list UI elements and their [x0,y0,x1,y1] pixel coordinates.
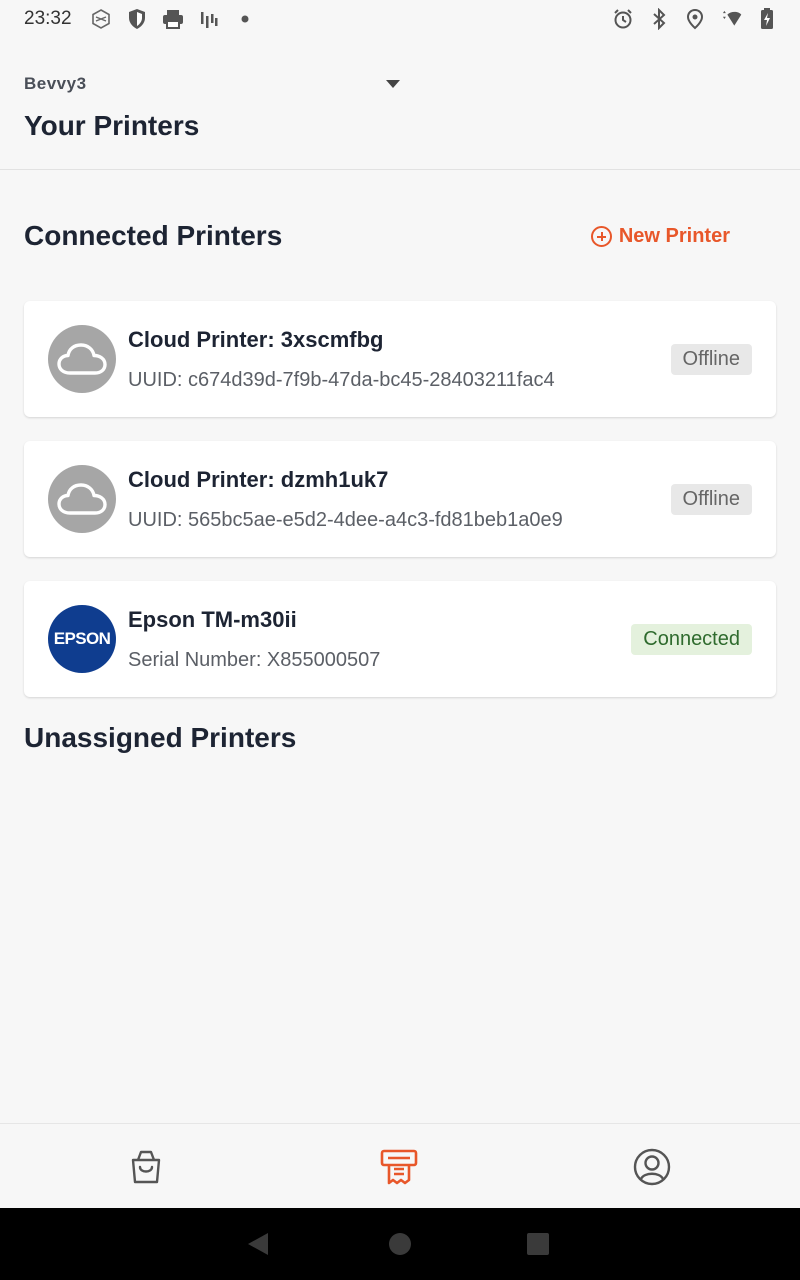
new-printer-button[interactable]: New Printer [590,225,730,248]
printer-name: Epson TM-m30ii [128,607,297,632]
dot-icon [234,8,256,30]
status-bar: 23:32 [0,0,800,38]
back-icon[interactable] [246,1232,270,1256]
app-notification-icon [90,8,112,30]
new-printer-label[interactable]: New Printer [619,225,730,248]
chevron-down-icon[interactable] [386,80,400,88]
shield-icon [126,8,148,30]
connected-printers-title: Connected Printers [24,220,283,251]
status-bar-right [612,8,778,30]
cloud-icon [48,465,116,533]
recents-icon[interactable] [526,1232,550,1256]
wifi-icon [720,8,742,30]
nav-printers[interactable] [379,1146,419,1188]
epson-logo: EPSON [48,605,116,673]
system-nav-bar [0,1208,800,1280]
printer-card[interactable]: Cloud Printer: dzmh1uk7 UUID: 565bc5ae-e… [24,441,776,557]
store-name[interactable]: Bevvy3 [24,74,87,94]
app-header: Bevvy3 Your Printers [0,38,800,170]
signal-bars-icon [198,8,220,30]
printer-icon [162,8,184,30]
printer-card[interactable]: Cloud Printer: 3xscmfbg UUID: c674d39d-7… [24,301,776,417]
add-circle-icon[interactable] [590,225,612,247]
bottom-nav [0,1123,800,1208]
connected-printers-header: Connected Printers New Printer [24,220,730,252]
receipt-printer-icon[interactable] [380,1148,418,1186]
printer-uuid: UUID: 565bc5ae-e5d2-4dee-a4c3-fd81beb1a0… [128,509,563,531]
alarm-icon [612,8,634,30]
location-icon [684,8,706,30]
nav-orders[interactable] [126,1146,166,1188]
status-time: 23:32 [24,8,72,29]
status-badge: Offline [670,484,752,515]
cloud-icon [48,325,116,393]
bluetooth-icon [648,8,670,30]
page-title: Your Printers [24,110,200,141]
printer-name: Cloud Printer: dzmh1uk7 [128,467,389,492]
nav-account[interactable] [632,1146,672,1188]
status-badge: Offline [670,344,752,375]
home-icon[interactable] [388,1232,412,1256]
store-selector[interactable]: Bevvy3 [24,74,404,94]
printer-serial: Serial Number: X855000507 [128,649,381,671]
account-icon[interactable] [633,1148,671,1186]
status-badge: Connected [631,624,752,655]
printer-uuid: UUID: c674d39d-7f9b-47da-bc45-28403211fa… [128,369,555,391]
status-bar-left: 23:32 [24,8,256,30]
printer-name: Cloud Printer: 3xscmfbg [128,327,384,352]
shopping-bag-icon[interactable] [127,1148,165,1186]
printer-card[interactable]: EPSON Epson TM-m30ii Serial Number: X855… [24,581,776,697]
battery-icon [756,8,778,30]
unassigned-printers-title: Unassigned Printers [24,722,297,753]
